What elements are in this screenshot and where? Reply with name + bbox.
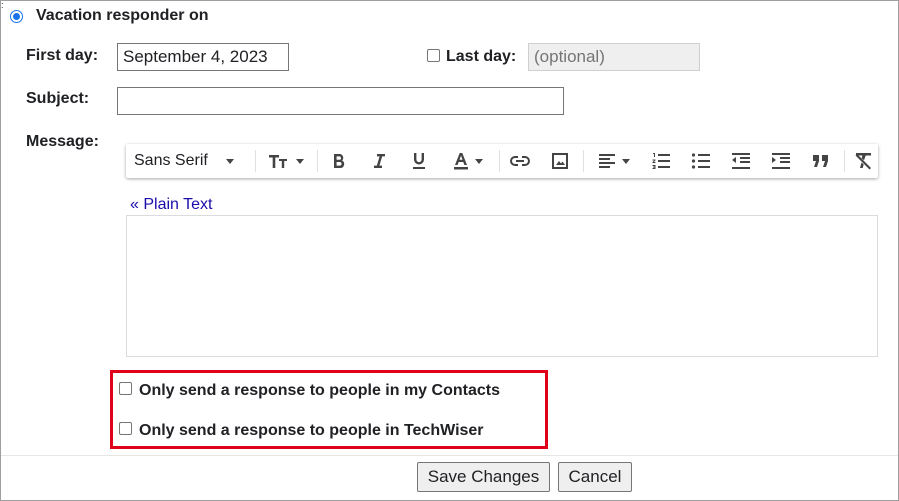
toolbar-divider	[844, 150, 845, 172]
bold-button[interactable]	[324, 144, 354, 178]
insert-link-button[interactable]	[504, 144, 536, 178]
toolbar-divider	[583, 150, 584, 172]
indent-more-button[interactable]	[766, 144, 796, 178]
numbered-list-icon	[652, 153, 670, 169]
toolbar-divider	[317, 150, 318, 172]
italic-icon	[374, 154, 385, 168]
remove-formatting-icon	[855, 153, 871, 170]
edge-mark: :	[1, 0, 4, 10]
bulleted-list-icon	[691, 153, 710, 169]
bold-icon	[334, 154, 345, 169]
numbered-list-button[interactable]	[646, 144, 676, 178]
last-day-input[interactable]	[528, 43, 700, 71]
align-icon	[599, 154, 615, 168]
font-family-chevron-down-icon	[225, 158, 234, 164]
first-day-label: First day:	[26, 47, 99, 64]
align-chevron-down-icon	[622, 158, 630, 164]
subject-label: Subject:	[26, 90, 90, 107]
text-color-icon	[454, 153, 468, 170]
vacation-responder-on-radio[interactable]	[10, 10, 23, 23]
font-size-button[interactable]	[262, 144, 310, 178]
plain-text-link[interactable]: « Plain Text	[130, 196, 212, 214]
subject-input[interactable]	[117, 87, 564, 115]
quote-icon	[813, 155, 828, 167]
quote-button[interactable]	[806, 144, 836, 178]
footer-divider	[1, 455, 898, 456]
indent-less-button[interactable]	[726, 144, 756, 178]
insert-image-button[interactable]	[544, 144, 576, 178]
indent-more-icon	[772, 153, 790, 169]
link-icon	[510, 156, 530, 166]
bulleted-list-button[interactable]	[686, 144, 716, 178]
indent-less-icon	[732, 153, 750, 169]
remove-formatting-button[interactable]	[850, 144, 878, 178]
cancel-button[interactable]: Cancel	[558, 462, 632, 492]
contacts-only-label: Only send a response to people in my Con…	[139, 382, 500, 399]
font-family-value: Sans Serif	[134, 152, 208, 169]
text-color-chevron-down-icon	[475, 158, 483, 164]
contacts-only-checkbox[interactable]	[119, 382, 132, 395]
toolbar-divider	[499, 150, 500, 172]
message-body-editor[interactable]	[126, 215, 878, 357]
font-size-chevron-down-icon	[296, 158, 304, 164]
image-icon	[552, 153, 568, 169]
save-changes-button[interactable]: Save Changes	[417, 462, 550, 492]
first-day-input[interactable]	[117, 43, 289, 71]
underline-button[interactable]	[404, 144, 434, 178]
formatting-toolbar: Sans Serif	[126, 144, 878, 178]
last-day-checkbox[interactable]	[427, 49, 440, 62]
toolbar-divider	[255, 150, 256, 172]
last-day-label: Last day:	[446, 48, 517, 65]
org-only-label: Only send a response to people in TechWi…	[139, 422, 484, 439]
org-only-checkbox[interactable]	[119, 422, 132, 435]
message-label: Message:	[26, 133, 99, 150]
vacation-responder-on-label: Vacation responder on	[36, 7, 209, 24]
align-button[interactable]	[590, 144, 638, 178]
underline-icon	[413, 153, 425, 169]
text-color-button[interactable]	[444, 144, 492, 178]
font-family-select[interactable]: Sans Serif	[134, 144, 249, 178]
italic-button[interactable]	[364, 144, 394, 178]
font-size-icon	[269, 155, 287, 168]
